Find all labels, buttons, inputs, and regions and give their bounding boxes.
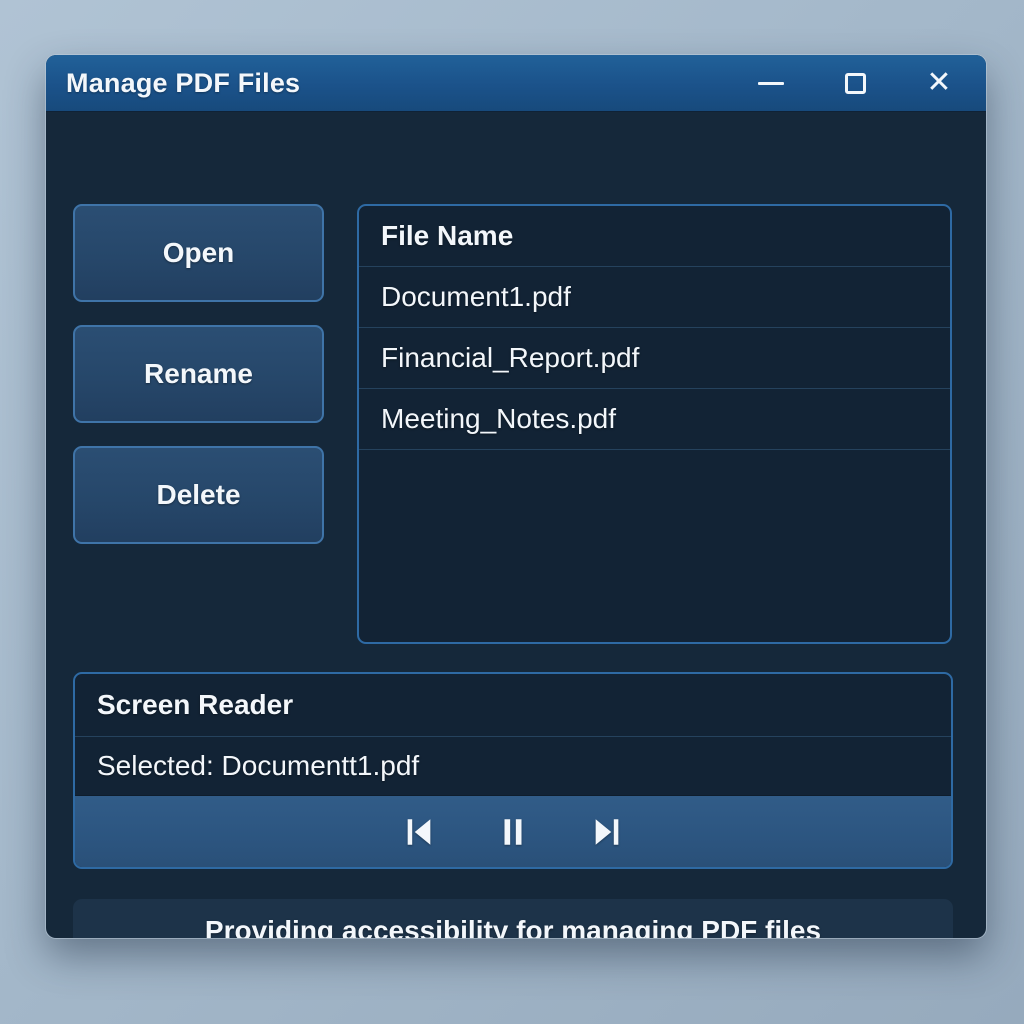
- file-list-item[interactable]: Meeting_Notes.pdf: [359, 389, 950, 450]
- close-icon: ✕: [926, 68, 951, 98]
- delete-button[interactable]: Delete: [73, 446, 324, 544]
- close-button[interactable]: ✕: [920, 64, 958, 102]
- next-track-button[interactable]: [585, 810, 629, 854]
- rename-button[interactable]: Rename: [73, 325, 324, 423]
- file-list-item[interactable]: Financial_Report.pdf: [359, 328, 950, 389]
- minimize-button[interactable]: [752, 64, 790, 102]
- open-button[interactable]: Open: [73, 204, 324, 302]
- pause-icon: [496, 815, 530, 849]
- previous-track-icon: [402, 815, 436, 849]
- footer-status-bar: Providing accessibility for managing PDF…: [73, 899, 953, 938]
- file-list-header: File Name: [359, 206, 950, 267]
- next-track-icon: [590, 815, 624, 849]
- pause-button[interactable]: [491, 810, 535, 854]
- screen-reader-panel: Screen Reader Selected: Documentt1.pdf: [73, 672, 953, 869]
- window-title: Manage PDF Files: [66, 68, 300, 99]
- screen-reader-title: Screen Reader: [75, 674, 951, 737]
- app-window: Manage PDF Files ✕ Open Rename Delete Fi…: [46, 55, 986, 938]
- file-list-item[interactable]: Document1.pdf: [359, 267, 950, 328]
- window-controls: ✕: [752, 64, 958, 102]
- previous-track-button[interactable]: [397, 810, 441, 854]
- media-controls-bar: [75, 796, 951, 867]
- screen-reader-status: Selected: Documentt1.pdf: [75, 737, 951, 796]
- titlebar[interactable]: Manage PDF Files ✕: [46, 55, 986, 112]
- minimize-icon: [758, 82, 784, 85]
- window-content: Open Rename Delete File Name Document1.p…: [46, 112, 986, 938]
- maximize-icon: [845, 73, 866, 94]
- file-list-panel: File Name Document1.pdf Financial_Report…: [357, 204, 952, 644]
- maximize-button[interactable]: [836, 64, 874, 102]
